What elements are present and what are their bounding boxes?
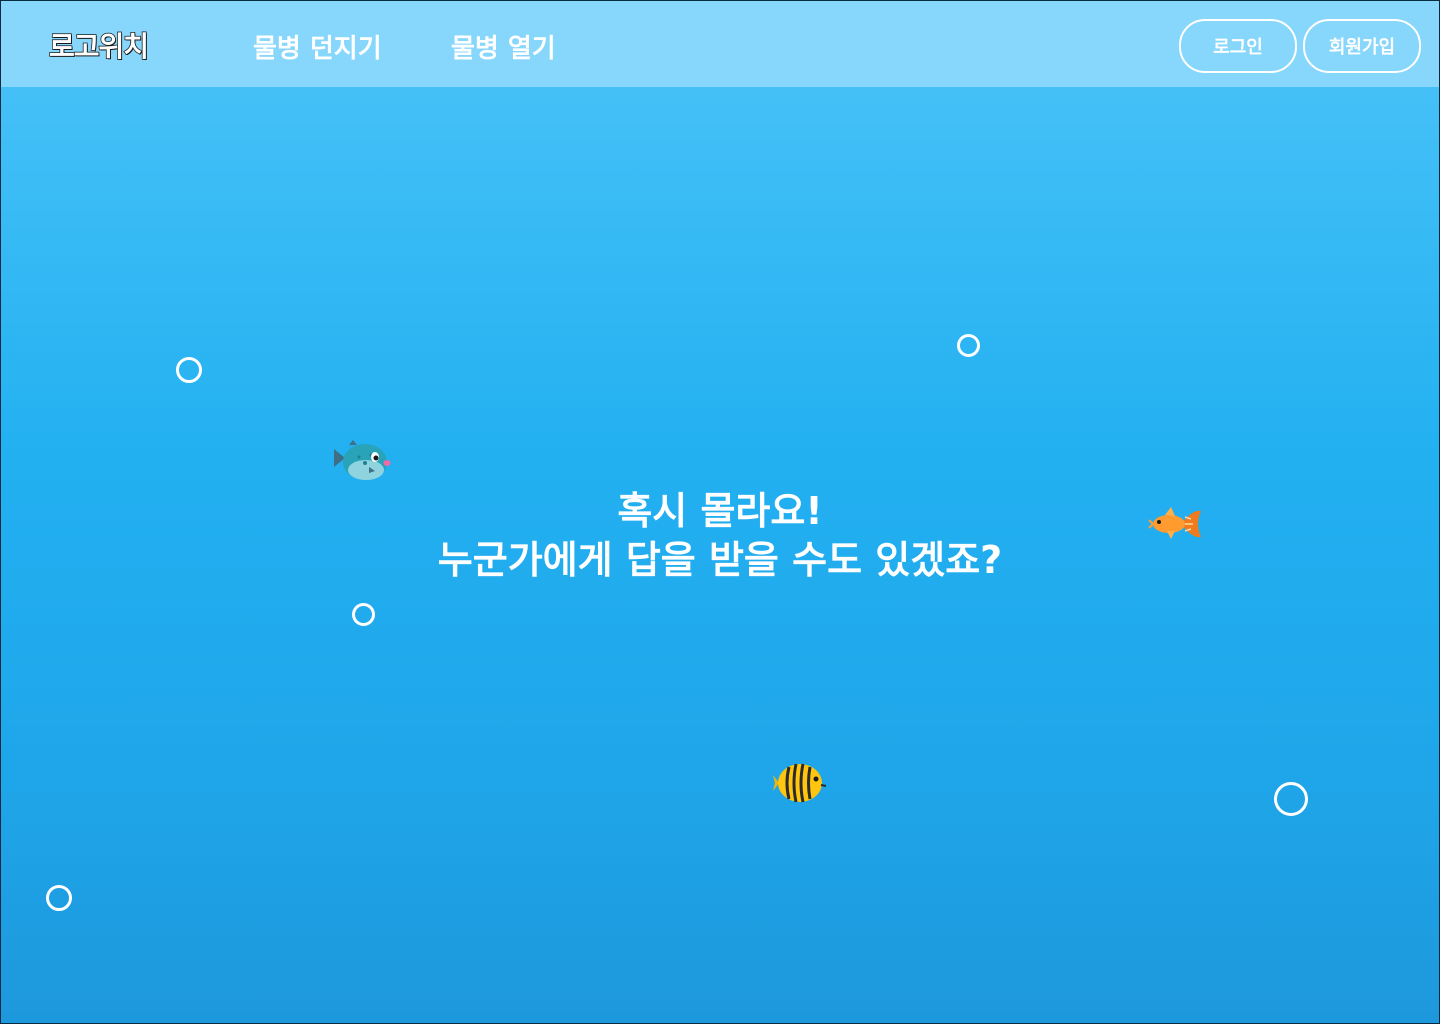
logo[interactable]: 로고위치: [48, 25, 150, 65]
signup-button[interactable]: 회원가입: [1303, 19, 1421, 73]
bubble-icon: [352, 603, 375, 626]
headline-line-2: 누군가에게 답을 받을 수도 있겠죠?: [437, 538, 1003, 582]
tropical-fish-icon: [773, 763, 827, 803]
login-button[interactable]: 로그인: [1179, 19, 1297, 73]
nav-throw-bottle-link[interactable]: 물병 던지기: [253, 28, 382, 65]
bubble-icon: [1274, 782, 1308, 816]
top-navigation-bar: 로고위치 물병 던지기 물병 열기 로그인 회원가입: [1, 1, 1439, 87]
bubble-icon: [176, 357, 202, 383]
bubble-icon: [46, 885, 72, 911]
pufferfish-icon: [334, 440, 391, 480]
ocean-page: 로고위치 물병 던지기 물병 열기 로그인 회원가입 혹시 몰라요! 누군가에게…: [0, 0, 1440, 1024]
headline-line-1: 혹시 몰라요!: [617, 489, 823, 533]
bubble-icon: [957, 334, 980, 357]
nav-open-bottle-link[interactable]: 물병 열기: [451, 28, 556, 65]
